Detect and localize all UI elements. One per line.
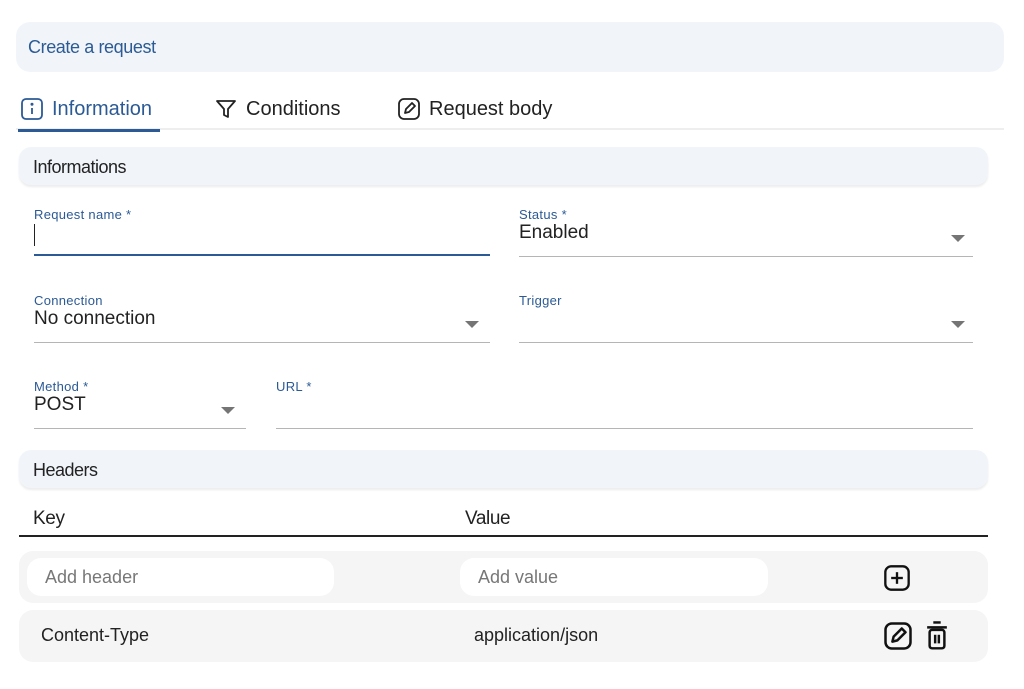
field-label: URL * bbox=[276, 379, 312, 394]
section-title: Informations bbox=[33, 157, 127, 177]
add-header-row bbox=[19, 551, 988, 603]
url-field[interactable]: URL * bbox=[276, 379, 973, 429]
tab-request-body[interactable]: Request body bbox=[397, 88, 552, 130]
headers-section-header: Headers bbox=[19, 450, 988, 488]
section-title: Headers bbox=[33, 460, 98, 480]
status-value: Enabled bbox=[519, 222, 589, 243]
tab-label: Request body bbox=[429, 97, 553, 120]
tab-bar: Information Conditions Request body bbox=[16, 88, 1004, 132]
table-header-divider bbox=[19, 535, 988, 537]
page-title: Create a request bbox=[28, 37, 156, 57]
add-header-key-input[interactable] bbox=[27, 558, 334, 596]
field-label: Connection bbox=[34, 293, 103, 308]
tab-label: Information bbox=[52, 97, 153, 120]
filter-icon bbox=[216, 100, 236, 118]
field-label: Request name * bbox=[34, 207, 132, 222]
edit-icon[interactable] bbox=[883, 621, 913, 651]
connection-value: No connection bbox=[34, 308, 156, 329]
trash-icon[interactable] bbox=[924, 620, 950, 652]
add-icon[interactable] bbox=[883, 564, 911, 592]
connection-select[interactable]: Connection No connection bbox=[34, 293, 490, 343]
column-header-key: Key bbox=[33, 508, 65, 529]
trigger-select[interactable]: Trigger bbox=[519, 293, 973, 343]
method-select[interactable]: Method * POST bbox=[34, 379, 246, 429]
informations-section-header: Informations bbox=[19, 147, 988, 185]
tab-label: Conditions bbox=[246, 97, 341, 120]
field-label: Method * bbox=[34, 379, 89, 394]
chevron-down-icon[interactable] bbox=[221, 407, 235, 414]
info-icon bbox=[21, 98, 43, 120]
status-select[interactable]: Status * Enabled bbox=[519, 207, 973, 257]
tab-information[interactable]: Information bbox=[17, 88, 161, 132]
text-cursor bbox=[34, 224, 35, 246]
chevron-down-icon[interactable] bbox=[465, 321, 479, 328]
chevron-down-icon[interactable] bbox=[951, 321, 965, 328]
request-name-field[interactable]: Request name * bbox=[34, 207, 490, 256]
table-row: Content-Type application/json bbox=[19, 610, 988, 662]
header-value: application/json bbox=[474, 625, 599, 645]
edit-icon bbox=[398, 98, 420, 120]
page-header: Create a request bbox=[16, 22, 1004, 72]
tab-conditions[interactable]: Conditions bbox=[214, 88, 341, 130]
add-header-value-input[interactable] bbox=[460, 558, 768, 596]
field-label: Trigger bbox=[519, 293, 562, 308]
chevron-down-icon[interactable] bbox=[951, 235, 965, 242]
column-header-value: Value bbox=[465, 508, 511, 529]
method-value: POST bbox=[34, 394, 86, 415]
field-label: Status * bbox=[519, 207, 567, 222]
header-key: Content-Type bbox=[41, 625, 150, 645]
